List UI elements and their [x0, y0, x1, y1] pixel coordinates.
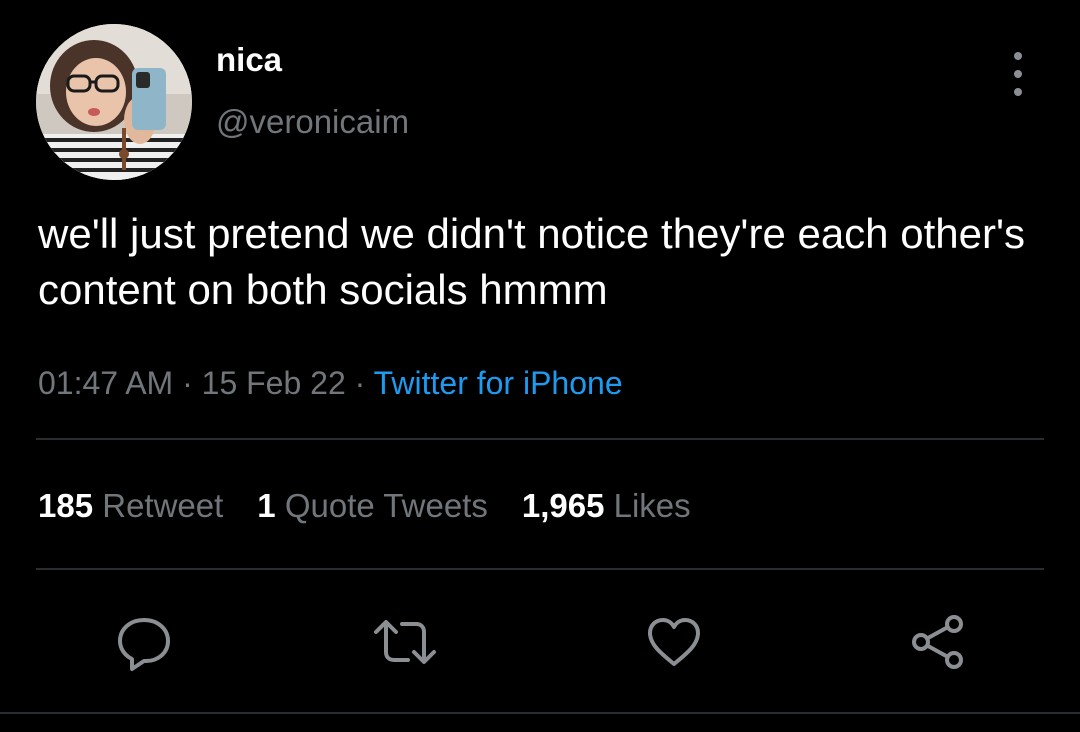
- divider: [36, 568, 1044, 570]
- tweet-date[interactable]: 15 Feb 22: [202, 365, 346, 401]
- quotes-label: Quote Tweets: [284, 487, 488, 524]
- share-icon: [912, 615, 963, 669]
- retweet-button[interactable]: [372, 612, 436, 672]
- like-button[interactable]: [644, 612, 704, 672]
- bottom-divider: [0, 712, 1080, 714]
- display-name[interactable]: nica: [216, 42, 282, 78]
- tweet-stats: 185 Retweet 1 Quote Tweets 1,965 Likes: [38, 486, 725, 526]
- likes-stat[interactable]: 1,965 Likes: [522, 487, 691, 524]
- more-vertical-icon-dot: [1014, 70, 1022, 78]
- tweet-meta: 01:47 AM · 15 Feb 22 · Twitter for iPhon…: [38, 364, 623, 402]
- quotes-count: 1: [257, 487, 276, 524]
- meta-separator: ·: [345, 365, 374, 401]
- meta-separator: ·: [173, 365, 202, 401]
- more-vertical-icon: [1014, 52, 1022, 60]
- reply-button[interactable]: [114, 612, 174, 672]
- more-options-button[interactable]: [1000, 52, 1036, 96]
- retweets-label: Retweet: [102, 487, 224, 524]
- reply-icon: [118, 618, 170, 671]
- retweets-count: 185: [38, 487, 94, 524]
- retweets-stat[interactable]: 185 Retweet: [38, 487, 223, 524]
- share-button[interactable]: [908, 612, 968, 672]
- avatar[interactable]: [36, 24, 192, 180]
- user-handle[interactable]: @veronicaim: [216, 104, 409, 140]
- retweet-icon: [374, 620, 436, 664]
- tweet-source-link[interactable]: Twitter for iPhone: [374, 365, 623, 401]
- tweet-text: we'll just pretend we didn't notice they…: [38, 210, 1025, 313]
- tweet-time[interactable]: 01:47 AM: [38, 365, 173, 401]
- divider: [36, 438, 1044, 440]
- likes-label: Likes: [613, 487, 691, 524]
- quotes-stat[interactable]: 1 Quote Tweets: [257, 487, 488, 524]
- heart-icon: [648, 618, 700, 666]
- likes-count: 1,965: [521, 487, 605, 524]
- more-vertical-icon-dot: [1014, 88, 1022, 96]
- avatar-image: [36, 24, 192, 180]
